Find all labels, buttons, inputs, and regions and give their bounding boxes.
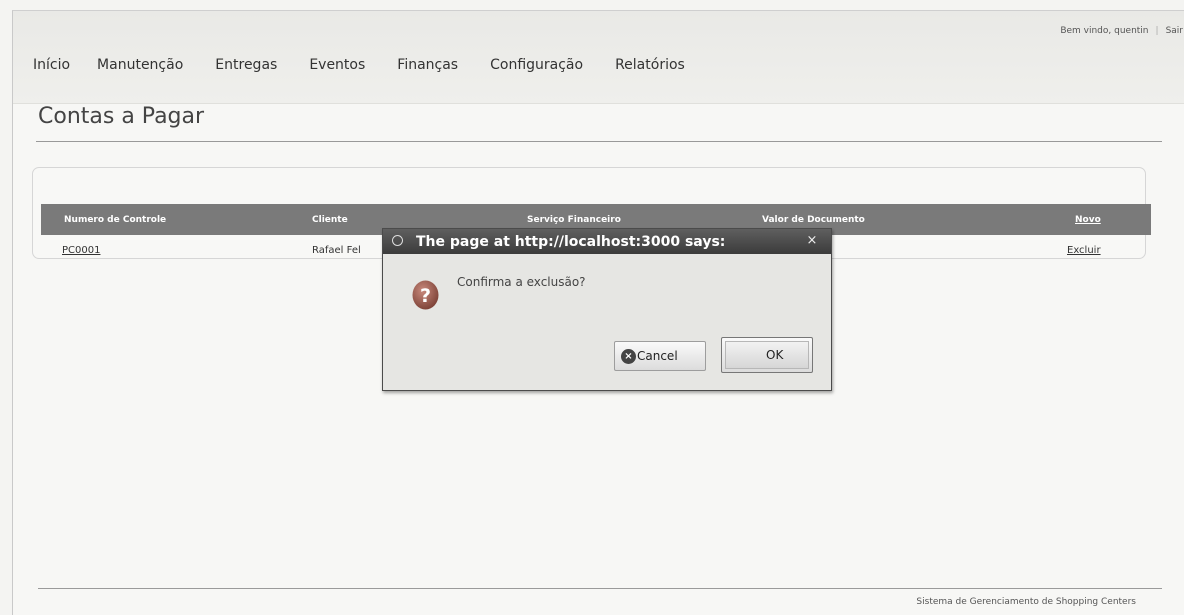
- user-bar: Bem vindo, quentin | Sair: [1023, 26, 1183, 36]
- column-header-servico[interactable]: Serviço Financeiro: [527, 215, 621, 225]
- svg-text:?: ?: [420, 285, 431, 307]
- nav-item-financas[interactable]: Finanças: [397, 57, 458, 73]
- column-header-numero[interactable]: Numero de Controle: [64, 215, 166, 225]
- new-link[interactable]: Novo: [1075, 215, 1101, 225]
- welcome-text: Bem vindo, quentin: [1060, 26, 1149, 36]
- window-icon: [392, 235, 403, 246]
- confirm-dialog: The page at http://localhost:3000 says: …: [382, 228, 832, 391]
- column-header-valor[interactable]: Valor de Documento: [762, 215, 865, 225]
- control-number-link[interactable]: PC0001: [62, 245, 100, 256]
- ok-label: OK: [766, 348, 784, 362]
- nav-item-eventos[interactable]: Eventos: [309, 57, 365, 73]
- footer-text: Sistema de Gerenciamento de Shopping Cen…: [916, 597, 1136, 607]
- separator: |: [1155, 26, 1159, 36]
- title-divider: [36, 141, 1162, 142]
- nav-item-inicio[interactable]: Início: [33, 57, 70, 73]
- dialog-titlebar: The page at http://localhost:3000 says: …: [383, 229, 831, 254]
- nav-item-configuracao[interactable]: Configuração: [490, 57, 583, 73]
- client-cell: Rafael Fel: [312, 245, 361, 256]
- dialog-message: Confirma a exclusão?: [457, 275, 586, 289]
- delete-link[interactable]: Excluir: [1067, 245, 1101, 256]
- nav-item-manutencao[interactable]: Manutenção: [97, 57, 183, 73]
- ok-button[interactable]: OK: [721, 337, 813, 373]
- cancel-button[interactable]: × Cancel: [614, 341, 706, 371]
- nav-item-relatorios[interactable]: Relatórios: [615, 57, 685, 73]
- cancel-icon: ×: [621, 349, 636, 364]
- page-title: Contas a Pagar: [38, 104, 205, 129]
- footer-divider: [38, 588, 1162, 589]
- dialog-title: The page at http://localhost:3000 says:: [416, 234, 726, 250]
- question-icon: ?: [412, 280, 439, 310]
- nav-item-entregas[interactable]: Entregas: [215, 57, 277, 73]
- close-icon[interactable]: ×: [802, 232, 822, 250]
- header-bar: Bem vindo, quentin | Sair Início Manutençã…: [13, 11, 1184, 104]
- column-header-cliente[interactable]: Cliente: [312, 215, 348, 225]
- main-nav: Início Manutenção Entregas Eventos Finan…: [33, 57, 717, 73]
- cancel-label: Cancel: [637, 349, 678, 363]
- logout-link[interactable]: Sair: [1166, 26, 1183, 36]
